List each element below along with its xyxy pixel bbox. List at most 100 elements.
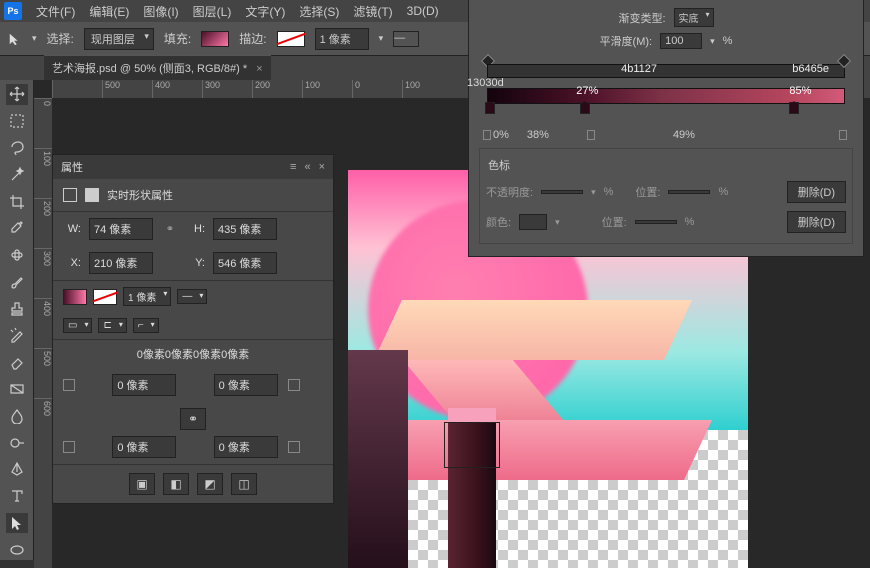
close-panel-icon[interactable]: × [319,161,325,173]
lasso-tool[interactable] [6,138,28,159]
opacity-pos-field[interactable] [668,190,710,194]
link-wh-icon[interactable]: ⚭ [161,222,179,236]
ruler-tick: 400 [34,298,52,348]
menu-type[interactable]: 文字(Y) [245,3,285,20]
shape-tool[interactable] [6,539,28,560]
corner-tr[interactable]: 0 像素 [214,374,278,396]
color-stop-0[interactable] [485,102,495,114]
width-field[interactable]: 74 像素 [89,218,153,240]
corner-tr-chk[interactable] [288,379,300,391]
pct-85: 85% [789,85,811,97]
dodge-tool[interactable] [6,432,28,453]
fill-label: 填充: [164,30,191,47]
fill-mini-swatch[interactable] [63,289,87,305]
opacity-field[interactable] [541,190,583,194]
ruler-vertical: 0 100 200 300 400 500 600 [34,98,52,568]
ruler-tick: 400 [152,80,202,98]
pathop-subtract[interactable]: ◧ [163,473,189,495]
stroke-width-field[interactable]: 1 像素 [315,28,369,50]
document-tab[interactable]: 艺术海报.psd @ 50% (侧面3, RGB/8#) * × [44,55,271,80]
caps-mini[interactable]: ⊏ [98,318,126,333]
pen-tool[interactable] [6,459,28,480]
color-gradient-bar[interactable]: 27% 85% [479,88,853,120]
grad-type-label: 渐变类型: [618,10,665,26]
align-mini[interactable]: ▭ [63,318,92,333]
fill-swatch[interactable] [201,31,229,47]
menu-layer[interactable]: 图层(L) [193,3,232,20]
stroke-style-mini[interactable]: — [177,289,207,304]
color-pos-field[interactable] [635,220,677,224]
pct-sign3: % [718,186,728,198]
ruler-tick: 200 [252,80,302,98]
stroke-mini-swatch[interactable] [93,289,117,305]
gradient-tool[interactable] [6,379,28,400]
marquee-tool[interactable] [6,111,28,132]
menu-image[interactable]: 图像(I) [143,3,178,20]
corner-br-chk[interactable] [288,441,300,453]
chevron-down-icon[interactable]: ▾ [32,33,37,44]
x-field[interactable]: 210 像素 [89,252,153,274]
ruler-tick: 300 [34,248,52,298]
diamond-icon[interactable] [587,130,595,140]
wand-tool[interactable] [6,164,28,185]
menu-3d[interactable]: 3D(D) [407,4,439,18]
menu-file[interactable]: 文件(F) [36,3,75,20]
color-label: 颜色: [486,214,511,230]
panel-menu-icon[interactable]: ≡ [290,161,296,173]
ruler-tick: 500 [102,80,152,98]
artwork-left-wall [348,350,408,568]
stamp-tool[interactable] [6,298,28,319]
selection-box[interactable] [444,422,500,468]
corners-mini[interactable]: ⌐ [133,318,159,333]
pct-38: 38% [527,129,549,141]
smoothness-field[interactable]: 100 [660,33,702,49]
select-label: 选择: [47,30,74,47]
brush-tool[interactable] [6,271,28,292]
color-stop-85[interactable] [789,102,799,114]
stroke-style[interactable]: — [393,31,419,47]
eraser-tool[interactable] [6,352,28,373]
y-field[interactable]: 546 像素 [213,252,277,274]
smoothness-label: 平滑度(M): [600,33,653,49]
color-swatch[interactable] [519,214,547,230]
stroke-swatch[interactable] [277,31,305,47]
corner-bl-chk[interactable] [63,441,75,453]
heal-tool[interactable] [6,245,28,266]
smoothness-dd[interactable]: ▾ [710,36,715,47]
grad-type-dropdown[interactable]: 实底 [674,8,714,27]
menu-filter[interactable]: 滤镜(T) [353,3,392,20]
corner-br[interactable]: 0 像素 [214,436,278,458]
link-corners-icon[interactable]: ⚭ [180,408,206,430]
blur-tool[interactable] [6,405,28,426]
pathop-intersect[interactable]: ◩ [197,473,223,495]
move-tool[interactable] [6,84,28,105]
close-tab-icon[interactable]: × [256,63,262,75]
eyedropper-tool[interactable] [6,218,28,239]
menu-edit[interactable]: 编辑(E) [89,3,129,20]
path-select-tool[interactable] [6,513,28,534]
delete-color-stop[interactable]: 删除(D) [787,211,846,233]
ruler-tick: 0 [352,80,402,98]
height-field[interactable]: 435 像素 [213,218,277,240]
corner-tl-chk[interactable] [63,379,75,391]
gradient-editor: 渐变类型: 实底 平滑度(M): 100 ▾ % 4b1127 b6465e 1… [468,0,864,257]
ruler-tick: 300 [202,80,252,98]
pathop-combine[interactable]: ▣ [129,473,155,495]
pathop-exclude[interactable]: ◫ [231,473,257,495]
history-brush-tool[interactable] [6,325,28,346]
menu-select[interactable]: 选择(S) [299,3,339,20]
corner-bl[interactable]: 0 像素 [112,436,176,458]
select-layer-dropdown[interactable]: 现用图层 [84,28,154,50]
collapse-icon[interactable]: « [304,161,310,173]
diamond-icon-r[interactable] [839,130,847,140]
stroke-width-mini[interactable]: 1 像素 [123,287,171,306]
type-tool[interactable] [6,486,28,507]
opacity-track[interactable]: 4b1127 b6465e [479,58,853,84]
color-stop-27[interactable] [580,102,590,114]
corner-tl[interactable]: 0 像素 [112,374,176,396]
crop-tool[interactable] [6,191,28,212]
app-logo: Ps [4,2,22,20]
stroke-width-dd[interactable]: ▾ [379,33,384,44]
delete-opacity-stop[interactable]: 删除(D) [787,181,846,203]
tool-strip [0,80,34,560]
